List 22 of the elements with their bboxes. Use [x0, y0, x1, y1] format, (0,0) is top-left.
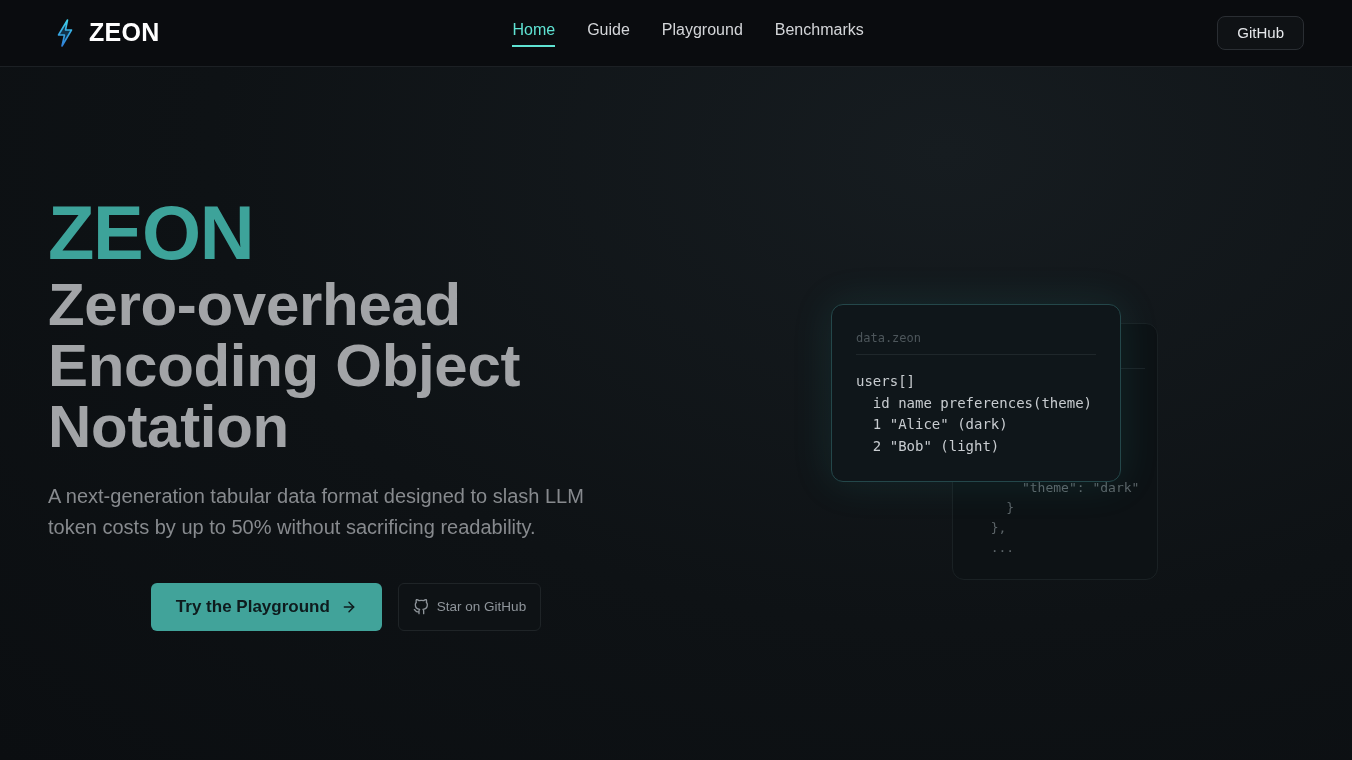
code-line: 2 "Bob" (light) [871, 436, 1000, 456]
hero-brand-title: ZEON [48, 195, 254, 271]
nav-link[interactable]: Guide [587, 13, 630, 47]
hero-description: A next-generation tabular data format designed to slash LLM token costs by up to 50% without sacrificing readability. [48, 484, 585, 540]
try-playground-button[interactable]: Try the Playground [150, 583, 382, 631]
star-on-github-button[interactable]: Star on GitHub [397, 583, 542, 631]
code-line: "theme": "dark" [1020, 479, 1140, 497]
code-line: id name preferences(theme) [871, 393, 1092, 413]
nav-link[interactable]: Playground [661, 13, 743, 47]
hero-heading: Zero-overhead Encoding Object Notation [48, 274, 522, 457]
code-line: 1 "Alice" (dark) [871, 415, 1008, 434]
github-icon [412, 599, 429, 615]
code-line: }, [989, 519, 1007, 537]
code-line: } [1005, 499, 1015, 517]
nav-link[interactable]: Benchmarks [774, 13, 864, 47]
code-line: ... [989, 539, 1015, 557]
code-line: users[] [856, 372, 915, 391]
logo-text: ZEON [89, 17, 160, 49]
github-button[interactable]: GitHub [1217, 16, 1304, 50]
file-name: data.zeon [856, 330, 922, 347]
nav-link[interactable]: Home [512, 13, 556, 47]
lightning-bolt-icon [57, 19, 73, 47]
